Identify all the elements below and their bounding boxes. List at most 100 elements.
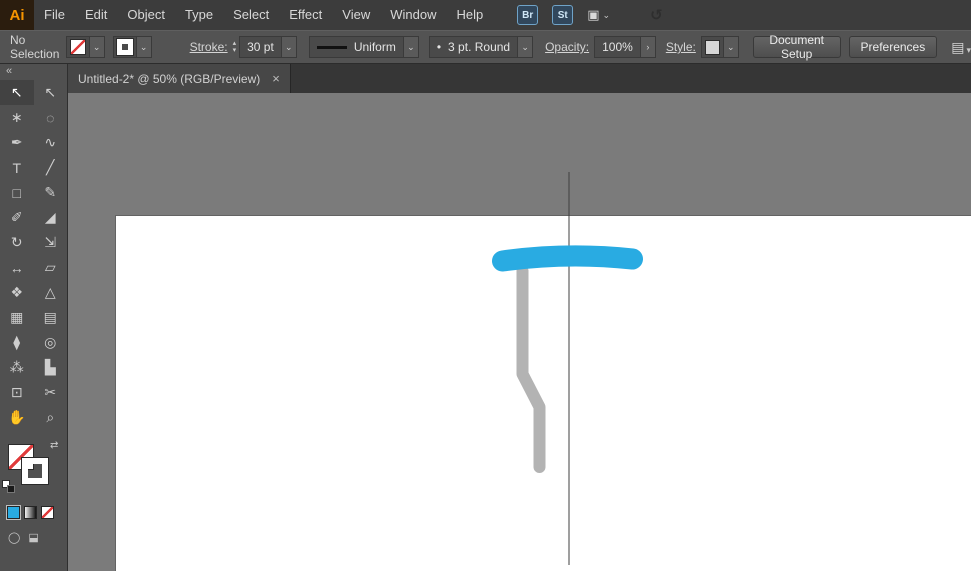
mesh-tool[interactable]: ▦ xyxy=(0,305,34,330)
chevron-right-icon[interactable]: › xyxy=(640,37,655,57)
menu-effect[interactable]: Effect xyxy=(279,0,332,30)
column-graph-tool[interactable]: ▙ xyxy=(34,355,68,380)
style-label[interactable]: Style: xyxy=(666,40,696,54)
menu-type[interactable]: Type xyxy=(175,0,223,30)
document-tab[interactable]: Untitled-2* @ 50% (RGB/Preview) × xyxy=(68,64,291,93)
type-tool[interactable]: T xyxy=(0,155,34,180)
rectangle-tool[interactable]: □ xyxy=(0,180,34,205)
chevron-down-icon[interactable]: ⌄ xyxy=(723,37,738,57)
hand-tool[interactable]: ✋ xyxy=(0,405,34,430)
curvature-tool[interactable]: ∿ xyxy=(34,130,68,155)
workspace-icon: ▣ xyxy=(587,7,599,23)
menu-help[interactable]: Help xyxy=(446,0,493,30)
style-combo[interactable]: ⌄ xyxy=(701,36,739,58)
stroke-profile-value[interactable]: Uniform xyxy=(347,40,403,54)
chevron-down-icon: ⌄ xyxy=(603,10,611,21)
eraser-tool[interactable]: ◢ xyxy=(34,205,68,230)
sync-icon[interactable]: ↺ xyxy=(650,6,663,24)
lasso-tool[interactable]: ◌ xyxy=(34,105,68,130)
width-tool[interactable]: ↔ xyxy=(0,255,34,280)
brush-definition-combo[interactable]: • 3 pt. Round ⌄ xyxy=(429,36,533,58)
menubar: Ai File Edit Object Type Select Effect V… xyxy=(0,0,971,30)
paintbrush-tool[interactable]: ✎ xyxy=(34,180,68,205)
chevron-down-icon[interactable]: ⌄ xyxy=(136,37,151,57)
stroke-color-swatch[interactable] xyxy=(117,39,133,55)
tools-panel: « ↖ ↖ ∗ ◌ ✒ ∿ T ╱ □ ✎ ✐ ◢ ↻ ⇲ ↔ ▱ ❖ △ ▦ … xyxy=(0,64,68,571)
color-mode-buttons xyxy=(0,506,67,519)
color-button[interactable] xyxy=(7,506,20,519)
chevron-down-icon[interactable]: ⌄ xyxy=(89,37,104,57)
illustrator-logo: Ai xyxy=(0,0,34,30)
flyout-icon: ▾ xyxy=(966,45,971,56)
close-icon[interactable]: × xyxy=(272,71,280,86)
stroke-weight-stepper[interactable]: ▴ ▾ xyxy=(233,40,237,54)
fill-color-control[interactable]: ⌄ xyxy=(66,36,105,58)
arrange-documents-control[interactable]: ▤ ▾ xyxy=(951,39,971,56)
stroke-swatch[interactable] xyxy=(22,458,48,484)
stroke-profile-combo[interactable]: Uniform ⌄ xyxy=(309,36,419,58)
stroke-color-control[interactable]: ⌄ xyxy=(113,36,152,58)
tab-title: Untitled-2* @ 50% (RGB/Preview) xyxy=(78,72,260,86)
menu-view[interactable]: View xyxy=(332,0,380,30)
stroke-weight-combo[interactable]: 30 pt ⌄ xyxy=(239,36,297,58)
stock-icon[interactable]: St xyxy=(552,5,573,25)
fill-none-swatch[interactable] xyxy=(70,39,86,55)
shape-builder-tool[interactable]: ❖ xyxy=(0,280,34,305)
document-setup-button[interactable]: Document Setup xyxy=(753,36,841,58)
menu-window[interactable]: Window xyxy=(380,0,446,30)
scale-tool[interactable]: ⇲ xyxy=(34,230,68,255)
gradient-button[interactable] xyxy=(24,506,37,519)
chevron-down-icon[interactable]: ⌄ xyxy=(281,37,296,57)
menu-edit[interactable]: Edit xyxy=(75,0,117,30)
shaper-tool[interactable]: ✐ xyxy=(0,205,34,230)
menu-object[interactable]: Object xyxy=(117,0,175,30)
screen-mode-icon[interactable]: ⬓ xyxy=(28,531,38,544)
perspective-grid-tool[interactable]: △ xyxy=(34,280,68,305)
bridge-icon[interactable]: Br xyxy=(517,5,538,25)
opacity-combo[interactable]: 100% › xyxy=(594,36,656,58)
opacity-value[interactable]: 100% xyxy=(595,40,640,54)
workspace-switcher[interactable]: ▣ ⌄ xyxy=(587,7,610,23)
stroke-label[interactable]: Stroke: xyxy=(190,40,228,54)
selection-tool[interactable]: ↖ xyxy=(0,80,34,105)
stepper-down-icon[interactable]: ▾ xyxy=(233,47,237,54)
stepper-up-icon[interactable]: ▴ xyxy=(233,40,237,47)
selection-status: No Selection xyxy=(10,33,66,61)
eyedropper-tool[interactable]: ⧫ xyxy=(0,330,34,355)
document-tab-bar: Untitled-2* @ 50% (RGB/Preview) × xyxy=(68,64,971,93)
artboard[interactable] xyxy=(115,215,971,571)
chevron-down-icon[interactable]: ⌄ xyxy=(403,37,418,57)
none-button[interactable] xyxy=(41,506,54,519)
brush-definition-value[interactable]: 3 pt. Round xyxy=(441,40,517,54)
default-stroke-mini xyxy=(7,485,15,493)
artboard-tool[interactable]: ⊡ xyxy=(0,380,34,405)
menu-select[interactable]: Select xyxy=(223,0,279,30)
collapse-panel-icon[interactable]: « xyxy=(0,64,67,80)
symbol-sprayer-tool[interactable]: ⁂ xyxy=(0,355,34,380)
draw-modes-icon[interactable]: ◯ xyxy=(8,531,20,544)
stroke-profile-preview xyxy=(317,46,347,49)
opacity-label[interactable]: Opacity: xyxy=(545,40,589,54)
control-bar: No Selection ⌄ ⌄ Stroke: ▴ ▾ 30 pt ⌄ Uni… xyxy=(0,30,971,64)
fill-stroke-indicator: ⇄ xyxy=(0,440,67,502)
direct-selection-tool[interactable]: ↖ xyxy=(34,80,68,105)
swap-fill-stroke-icon[interactable]: ⇄ xyxy=(50,440,58,451)
default-fill-stroke-icon[interactable] xyxy=(2,480,16,494)
toolbar-tools: ↖ ↖ ∗ ◌ ✒ ∿ T ╱ □ ✎ ✐ ◢ ↻ ⇲ ↔ ▱ ❖ △ ▦ ▤ … xyxy=(0,80,67,430)
blend-tool[interactable]: ◎ xyxy=(34,330,68,355)
preferences-button[interactable]: Preferences xyxy=(849,36,938,58)
canvas[interactable] xyxy=(68,93,971,571)
zoom-tool[interactable]: ⌕ xyxy=(34,405,68,430)
rotate-tool[interactable]: ↻ xyxy=(0,230,34,255)
free-transform-tool[interactable]: ▱ xyxy=(34,255,68,280)
menu-file[interactable]: File xyxy=(34,0,75,30)
magic-wand-tool[interactable]: ∗ xyxy=(0,105,34,130)
gradient-tool[interactable]: ▤ xyxy=(34,305,68,330)
chevron-down-icon[interactable]: ⌄ xyxy=(517,37,532,57)
style-swatch[interactable] xyxy=(705,40,720,55)
stroke-weight-value[interactable]: 30 pt xyxy=(240,40,281,54)
line-segment-tool[interactable]: ╱ xyxy=(34,155,68,180)
pen-tool[interactable]: ✒ xyxy=(0,130,34,155)
bottom-mode-buttons: ◯ ⬓ xyxy=(0,531,67,544)
slice-tool[interactable]: ✂ xyxy=(34,380,68,405)
